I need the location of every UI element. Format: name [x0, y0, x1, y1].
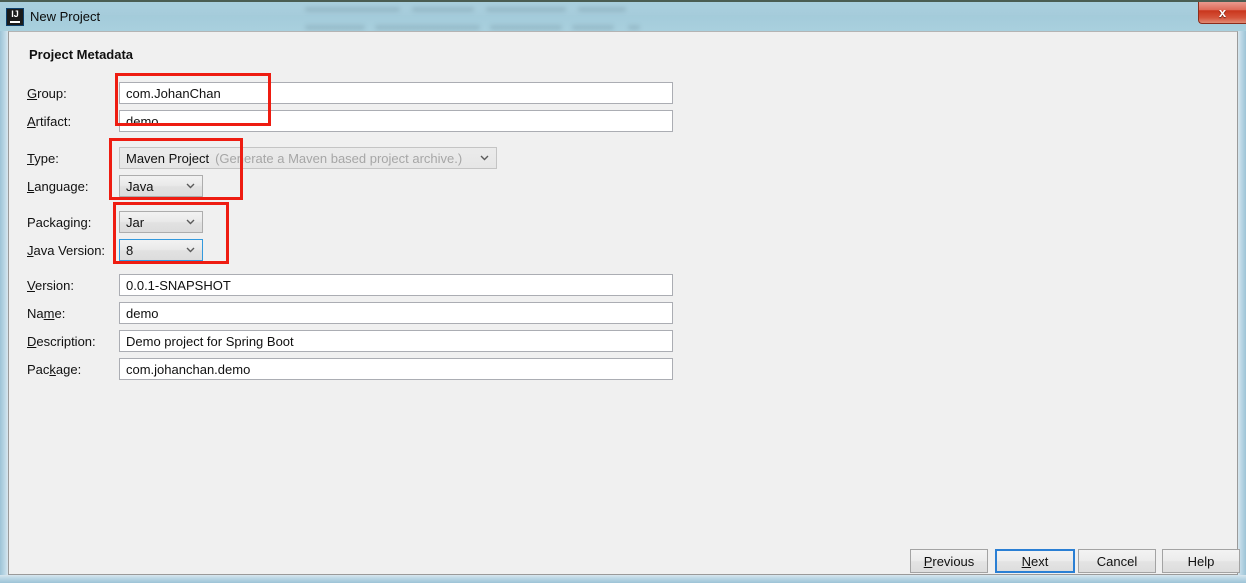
chevron-down-icon: [186, 245, 195, 254]
description-input[interactable]: Demo project for Spring Boot: [119, 330, 673, 352]
window-frame-bottom: [0, 575, 1246, 583]
label-package: Package:: [27, 362, 82, 377]
label-version: Version:: [27, 278, 74, 293]
label-description: Description:: [27, 334, 96, 349]
label-language: Language:: [27, 179, 89, 194]
version-input[interactable]: 0.0.1-SNAPSHOT: [119, 274, 673, 296]
cancel-button[interactable]: Cancel: [1078, 549, 1156, 573]
window-frame-left: [0, 31, 8, 583]
type-combobox-hint: (Generate a Maven based project archive.…: [215, 150, 463, 166]
glass-ghost: [375, 25, 480, 30]
label-type: Type:: [27, 151, 59, 166]
language-combobox-value: Java: [126, 178, 154, 194]
packaging-combobox[interactable]: Jar: [119, 211, 203, 233]
name-input[interactable]: demo: [119, 302, 673, 324]
glass-ghost: [628, 25, 640, 30]
close-button[interactable]: x: [1198, 2, 1246, 24]
window-frame-right: [1238, 31, 1246, 583]
label-group: Group:: [27, 86, 67, 101]
java-version-combobox[interactable]: 8: [119, 239, 203, 261]
group-input[interactable]: com.JohanChan: [119, 82, 673, 104]
glass-ghost: [572, 25, 614, 30]
label-java-version: Java Version:: [27, 243, 106, 258]
type-combobox-value: Maven Project: [126, 150, 210, 166]
label-artifact: Artifact:: [27, 114, 72, 129]
close-icon: x: [1218, 5, 1227, 20]
glass-ghost: [305, 25, 365, 30]
label-packaging: Packaging:: [27, 215, 92, 230]
artifact-input[interactable]: demo: [119, 110, 673, 132]
java-version-combobox-value: 8: [126, 242, 134, 258]
packaging-combobox-value: Jar: [126, 214, 145, 230]
dialog-client-area: Project Metadata Group: com.JohanChan Arti…: [8, 31, 1240, 575]
chevron-down-icon: [186, 181, 195, 190]
label-name: Name:: [27, 306, 66, 321]
previous-button[interactable]: Previous: [910, 549, 988, 573]
glass-ghost: [412, 7, 474, 12]
window-title: New Project: [30, 9, 101, 24]
chevron-down-icon: [480, 153, 489, 162]
help-button[interactable]: Help: [1162, 549, 1240, 573]
glass-ghost: [486, 7, 566, 12]
page-title: Project Metadata: [29, 47, 134, 62]
next-button[interactable]: Next: [995, 549, 1075, 573]
package-input[interactable]: com.johanchan.demo: [119, 358, 673, 380]
title-bar: IJ New Project x: [0, 0, 1246, 31]
type-combobox[interactable]: Maven Project (Generate a Maven based pro…: [119, 147, 497, 169]
language-combobox[interactable]: Java: [119, 175, 203, 197]
glass-ghost: [490, 25, 562, 30]
new-project-dialog-window: IJ New Project x Project Metadata Group:…: [0, 0, 1246, 583]
chevron-down-icon: [186, 217, 195, 226]
intellij-idea-icon: IJ: [6, 8, 24, 26]
glass-ghost: [305, 7, 400, 12]
glass-ghost: [578, 7, 626, 12]
